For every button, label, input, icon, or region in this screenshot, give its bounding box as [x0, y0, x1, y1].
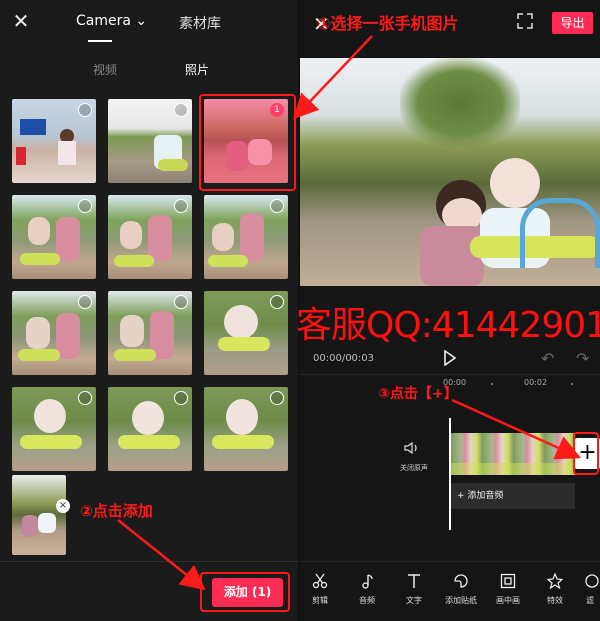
photo-thumbnail[interactable]: [204, 387, 288, 471]
photo-thumbnail[interactable]: [12, 195, 96, 279]
tool-label: 滤: [586, 596, 594, 605]
tool-audio[interactable]: 音频: [347, 573, 387, 606]
tool-label: 添加贴纸: [445, 596, 477, 605]
filter-icon: [585, 574, 599, 588]
add-audio-button[interactable]: + 添加音频: [451, 483, 575, 509]
photo-thumbnail[interactable]: [108, 291, 192, 375]
annotation-step-3: ③点击【+】: [378, 386, 458, 402]
select-circle[interactable]: [174, 199, 188, 213]
highlight-box: [199, 94, 296, 191]
remove-selected-icon[interactable]: ×: [56, 499, 70, 513]
select-circle[interactable]: [270, 391, 284, 405]
tool-label: 文字: [406, 596, 422, 605]
tool-text[interactable]: 文字: [394, 573, 434, 606]
tab-camera[interactable]: Camera ⌄: [76, 13, 147, 29]
play-icon[interactable]: [443, 350, 457, 366]
select-circle[interactable]: [270, 295, 284, 309]
selected-photo-thumbnail[interactable]: [12, 475, 66, 555]
divider: [300, 561, 600, 562]
watermark-text: 客服QQ:41442901: [296, 305, 600, 346]
select-circle[interactable]: [78, 295, 92, 309]
photo-thumbnail[interactable]: [108, 387, 192, 471]
tool-filter[interactable]: 滤: [580, 573, 600, 606]
annotation-step-2: ②点击添加: [80, 502, 153, 520]
video-clip-strip[interactable]: [451, 433, 575, 475]
photo-thumbnail[interactable]: [12, 99, 96, 183]
subtab-video[interactable]: 视频: [93, 61, 117, 78]
select-circle[interactable]: [174, 391, 188, 405]
time-readout: 00:00/00:03: [313, 353, 375, 364]
tool-label: 剪辑: [312, 596, 328, 605]
select-circle[interactable]: [78, 103, 92, 117]
select-circle[interactable]: [174, 295, 188, 309]
photo-thumbnail[interactable]: [204, 195, 288, 279]
tool-label: 画中画: [496, 596, 520, 605]
annotation-step-1: ①选择一张手机图片: [317, 14, 459, 33]
redo-icon[interactable]: ↷: [576, 349, 589, 368]
timeline-dot: [491, 383, 493, 385]
select-circle[interactable]: [270, 199, 284, 213]
photo-thumbnail[interactable]: [12, 387, 96, 471]
tool-pip[interactable]: 画中画: [488, 573, 528, 606]
photo-thumbnail[interactable]: [12, 291, 96, 375]
tab-material-library[interactable]: 素材库: [179, 13, 221, 33]
speaker-icon[interactable]: [404, 441, 420, 455]
sticker-icon: [454, 574, 468, 588]
photo-thumbnail[interactable]: [108, 99, 192, 183]
tool-label: 音频: [359, 596, 375, 605]
video-preview[interactable]: [300, 58, 600, 286]
mute-original-sound-label[interactable]: 关闭原声: [400, 463, 428, 473]
highlight-box: [573, 432, 599, 475]
scissors-icon: [312, 573, 328, 589]
fullscreen-icon[interactable]: [517, 13, 533, 29]
select-circle[interactable]: [78, 391, 92, 405]
undo-icon[interactable]: ↶: [541, 349, 554, 368]
tool-sticker[interactable]: 添加贴纸: [441, 573, 481, 606]
divider: [300, 374, 600, 375]
playhead[interactable]: [449, 418, 451, 530]
picture-in-picture-icon: [500, 573, 516, 589]
select-circle[interactable]: [174, 103, 188, 117]
tool-effects[interactable]: 特效: [535, 573, 575, 606]
active-tab-indicator: [88, 40, 112, 42]
timeline-dot: [571, 383, 573, 385]
export-button[interactable]: 导出: [552, 12, 593, 34]
highlight-box: [200, 572, 290, 612]
timeline-tick: 00:02: [524, 378, 548, 387]
close-icon[interactable]: ✕: [12, 11, 30, 31]
music-note-icon: [362, 574, 373, 589]
photo-thumbnail[interactable]: [108, 195, 192, 279]
photo-thumbnail[interactable]: [204, 291, 288, 375]
text-icon: [408, 574, 420, 588]
subtab-photo[interactable]: 照片: [185, 61, 209, 78]
tool-label: 特效: [547, 596, 563, 605]
divider: [0, 561, 298, 562]
select-circle[interactable]: [78, 199, 92, 213]
tool-cut[interactable]: 剪辑: [300, 573, 340, 606]
effects-star-icon: [547, 573, 563, 589]
